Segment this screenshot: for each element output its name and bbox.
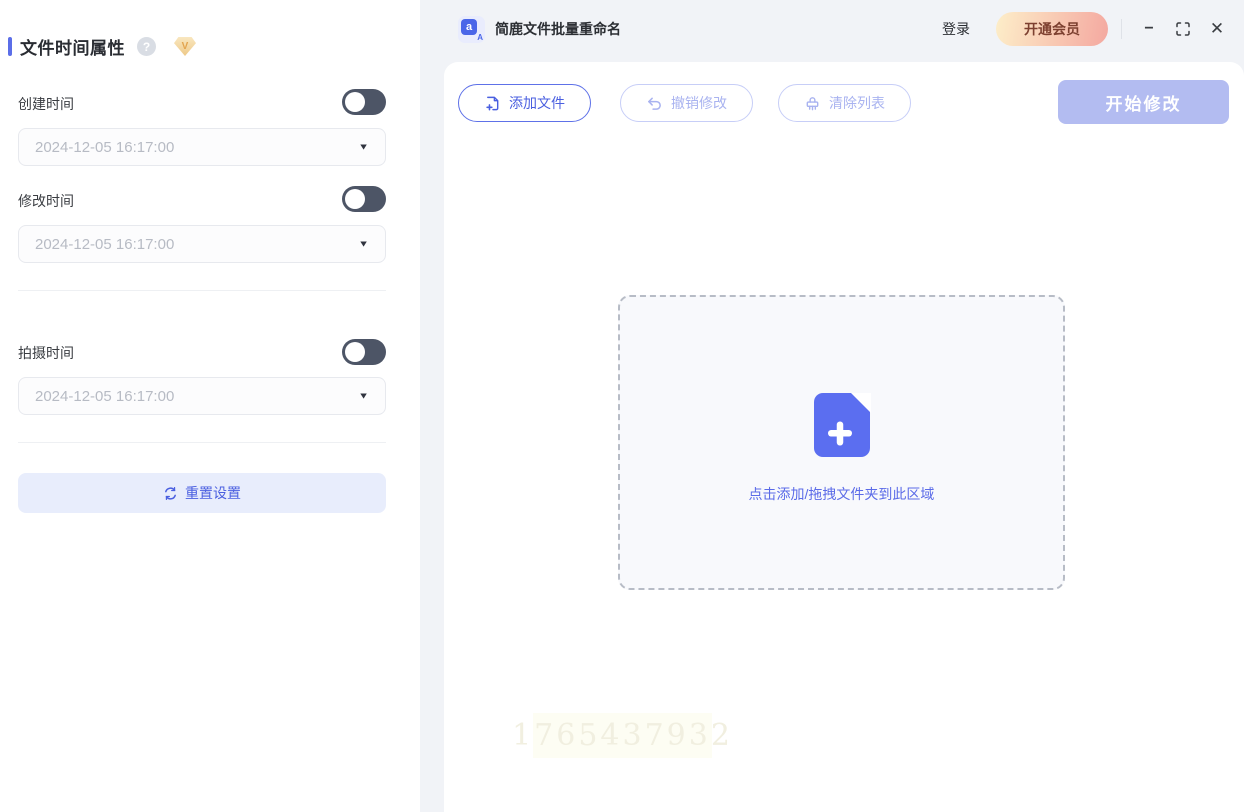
- add-files-label: 添加文件: [509, 95, 565, 111]
- divider: [1121, 19, 1122, 39]
- divider: [18, 290, 386, 291]
- add-files-button[interactable]: 添加文件: [458, 84, 591, 122]
- reset-settings-label: 重置设置: [185, 485, 241, 501]
- divider: [18, 442, 386, 443]
- open-vip-button[interactable]: 开通会员: [996, 12, 1108, 46]
- chevron-down-icon: ▼: [358, 391, 369, 401]
- vip-gem-icon: V: [174, 37, 196, 56]
- undo-icon: [648, 97, 661, 110]
- clear-list-label: 清除列表: [829, 95, 885, 111]
- shot-time-label: 拍摄时间: [18, 345, 74, 361]
- modified-time-value: 2024-12-05 16:17:00: [35, 235, 175, 253]
- accent-bar: [8, 37, 12, 56]
- clear-list-button[interactable]: 清除列表: [778, 84, 911, 122]
- sidebar-title: 文件时间属性: [20, 39, 125, 58]
- start-modify-button[interactable]: 开始修改: [1058, 80, 1229, 124]
- file-plus-icon: [813, 391, 873, 462]
- chevron-down-icon: ▼: [358, 239, 369, 249]
- undo-label: 撤销修改: [671, 95, 727, 111]
- shot-time-input[interactable]: 2024-12-05 16:17:00 ▼: [18, 377, 386, 415]
- reset-icon: [163, 486, 178, 501]
- creation-time-input[interactable]: 2024-12-05 16:17:00 ▼: [18, 128, 386, 166]
- main-region: a A 简鹿文件批量重命名 登录 开通会员 − ✕ 添加文件 撤销修改 清除列表…: [420, 0, 1244, 812]
- login-link[interactable]: 登录: [942, 19, 970, 39]
- file-dropzone[interactable]: 点击添加/拖拽文件夹到此区域: [618, 295, 1065, 590]
- modified-time-toggle[interactable]: [342, 186, 386, 212]
- app-title: 简鹿文件批量重命名: [495, 21, 621, 37]
- add-file-icon: [486, 96, 499, 110]
- chevron-down-icon: ▼: [358, 142, 369, 152]
- sidebar-header: 文件时间属性 ? V: [8, 34, 196, 59]
- minimize-button[interactable]: −: [1132, 12, 1166, 46]
- maximize-button[interactable]: [1166, 12, 1200, 46]
- creation-time-value: 2024-12-05 16:17:00: [35, 138, 175, 156]
- undo-button[interactable]: 撤销修改: [620, 84, 753, 122]
- help-icon[interactable]: ?: [137, 37, 156, 56]
- settings-sidebar: 文件时间属性 ? V 创建时间 2024-12-05 16:17:00 ▼ 修改…: [0, 0, 420, 812]
- creation-time-label: 创建时间: [18, 96, 74, 112]
- modified-time-label: 修改时间: [18, 193, 74, 209]
- watermark: 1765437932: [512, 713, 730, 758]
- clear-list-icon: [806, 96, 819, 110]
- app-icon: a A: [458, 15, 485, 43]
- reset-settings-button[interactable]: 重置设置: [18, 473, 386, 513]
- modified-time-input[interactable]: 2024-12-05 16:17:00 ▼: [18, 225, 386, 263]
- creation-time-toggle[interactable]: [342, 89, 386, 115]
- dropzone-hint: 点击添加/拖拽文件夹到此区域: [748, 486, 935, 502]
- close-button[interactable]: ✕: [1200, 12, 1234, 46]
- shot-time-toggle[interactable]: [342, 339, 386, 365]
- shot-time-value: 2024-12-05 16:17:00: [35, 387, 175, 405]
- content-card: 添加文件 撤销修改 清除列表 开始修改 点击添加/拖拽文件夹到此区域 17654…: [444, 62, 1244, 812]
- titlebar: a A 简鹿文件批量重命名 登录 开通会员 − ✕: [420, 0, 1244, 58]
